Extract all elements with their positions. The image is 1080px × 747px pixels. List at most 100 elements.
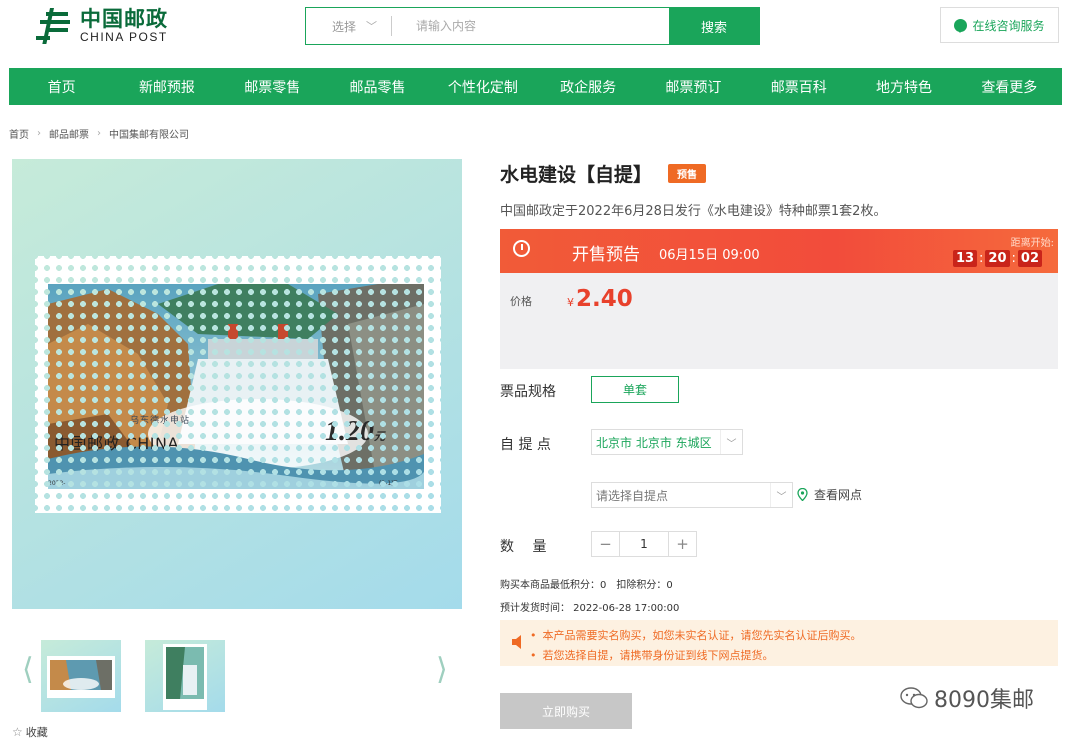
- currency-symbol: ¥: [567, 296, 574, 309]
- presale-label: 开售预告: [572, 245, 640, 265]
- nav-item-customization[interactable]: 个性化定制: [430, 68, 535, 105]
- bullet-icon: •: [530, 629, 537, 642]
- nav-item-more[interactable]: 查看更多: [957, 68, 1062, 105]
- quantity-input[interactable]: 1: [619, 532, 669, 556]
- notice-panel: • 本产品需要实名购买，如您未实名认证，请您先实名认证后购买。 • 若您选择自提，请…: [500, 620, 1058, 666]
- nav-item-stamp-encyclopedia[interactable]: 邮票百科: [746, 68, 851, 105]
- online-service-label: 在线咨询服务: [972, 18, 1045, 33]
- stamp-value-unit: 元: [374, 431, 385, 443]
- wechat-icon: [900, 687, 928, 709]
- product-description: 中国邮政定于2022年6月28日发行《水电建设》特种邮票1套2枚。: [500, 204, 887, 219]
- breadcrumb-home[interactable]: 首页: [9, 126, 29, 141]
- pickup-region-select[interactable]: 北京市 北京市 东城区 ﹀: [591, 429, 743, 455]
- chevron-right-icon: ›: [97, 128, 101, 139]
- watermark-text: 8090集邮: [934, 688, 1034, 713]
- presale-banner: 开售预告 06月15日 09:00 距离开始: 13 : 20 : 02: [500, 229, 1058, 273]
- product-title-text: 水电建设【自提】: [500, 164, 653, 186]
- nav-item-postal-goods-retail[interactable]: 邮品零售: [325, 68, 430, 105]
- breadcrumb: 首页 › 邮品邮票 › 中国集邮有限公司: [9, 126, 189, 141]
- notice-text-1: 本产品需要实名购买，如您未实名认证，请您先实名认证后购买。: [542, 629, 862, 642]
- price-panel: 价格 ¥ 2.40: [500, 273, 1058, 369]
- ship-time-info: 预计发货时间： 2022-06-28 17:00:00: [500, 603, 680, 614]
- china-post-logo-icon: [36, 8, 70, 44]
- quantity-stepper: − 1 +: [591, 531, 697, 557]
- countdown-separator: :: [1011, 251, 1016, 266]
- thumbnail-carousel: ⟨ ⟩: [12, 638, 462, 714]
- alarm-clock-icon: [513, 240, 530, 257]
- logo-text-cn: 中国邮政: [80, 7, 168, 31]
- nav-item-enterprise-service[interactable]: 政企服务: [535, 68, 640, 105]
- price-number: 2.40: [576, 286, 633, 312]
- thumbnail-stamp-1: [47, 656, 115, 698]
- speaker-icon: [512, 635, 521, 649]
- stamp-image: 乌东德水电站 中国邮政 CHINA 1.20元 2022- (2-1)T: [35, 256, 441, 513]
- quantity-label: 数 量: [500, 539, 547, 555]
- countdown-hours: 13: [952, 250, 978, 267]
- stamp-year: 2022-: [48, 480, 66, 487]
- logo[interactable]: 中国邮政 CHINA POST: [36, 8, 168, 44]
- favorite-label: 收藏: [25, 726, 48, 739]
- star-outline-icon: ☆: [12, 725, 23, 739]
- stamp-caption: 乌东德水电站: [130, 416, 191, 426]
- search-input[interactable]: [392, 8, 669, 44]
- notice-line-1: • 本产品需要实名购买，如您未实名认证，请您先实名认证后购买。: [530, 627, 862, 643]
- breadcrumb-seller[interactable]: 中国集邮有限公司: [109, 126, 189, 141]
- spec-option-single-set[interactable]: 单套: [591, 376, 679, 403]
- quantity-decrease-button[interactable]: −: [592, 532, 619, 556]
- pickup-label: 自 提 点: [500, 437, 551, 453]
- chevron-down-icon: ﹀: [770, 483, 792, 507]
- pickup-point-placeholder: 请选择自提点: [596, 488, 669, 503]
- countdown-label: 距离开始:: [1010, 238, 1054, 249]
- thumbnail-2[interactable]: [145, 640, 225, 712]
- nav-item-stamp-retail[interactable]: 邮票零售: [220, 68, 325, 105]
- chevron-right-icon: ›: [37, 128, 41, 139]
- product-title: 水电建设【自提】 预售: [500, 160, 707, 187]
- notice-line-2: • 若您选择自提，请携带身份证到线下网点提货。: [530, 647, 774, 663]
- countdown-timer: 13 : 20 : 02: [952, 250, 1042, 267]
- pickup-region-value: 北京市 北京市 东城区: [596, 435, 712, 450]
- breadcrumb-category[interactable]: 邮品邮票: [49, 126, 89, 141]
- price-value: ¥ 2.40: [567, 286, 633, 312]
- buy-now-button[interactable]: 立即购买: [500, 693, 632, 729]
- stamp-artwork: [48, 284, 424, 489]
- view-points-label: 查看网点: [814, 488, 863, 502]
- chat-icon: [954, 18, 968, 32]
- thumbnail-1[interactable]: [41, 640, 121, 712]
- view-points-link[interactable]: 查看网点: [797, 486, 862, 503]
- favorite-button[interactable]: ☆ 收藏: [12, 724, 48, 740]
- presale-badge: 预售: [668, 164, 707, 183]
- watermark: 8090集邮: [900, 682, 1034, 714]
- logo-text-en: CHINA POST: [80, 30, 168, 44]
- nav-item-new-stamp-forecast[interactable]: 新邮预报: [114, 68, 219, 105]
- search-button[interactable]: 搜索: [669, 8, 759, 44]
- presale-start-time: 06月15日 09:00: [659, 248, 760, 263]
- chevron-down-icon: ﹀: [366, 20, 378, 33]
- nav-item-home[interactable]: 首页: [9, 68, 114, 105]
- main-nav: 首页 新邮预报 邮票零售 邮品零售 个性化定制 政企服务 邮票预订 邮票百科 地…: [9, 68, 1062, 105]
- carousel-next-icon[interactable]: ⟩: [436, 652, 448, 687]
- thumbnail-stamp-2: [163, 644, 207, 710]
- product-main-image: 乌东德水电站 中国邮政 CHINA 1.20元 2022- (2-1)T: [12, 159, 462, 609]
- stamp-country: 中国邮政 CHINA: [54, 434, 179, 453]
- notice-text-2: 若您选择自提，请携带身份证到线下网点提货。: [542, 649, 774, 662]
- countdown-seconds: 02: [1017, 250, 1042, 267]
- countdown-minutes: 20: [985, 250, 1010, 267]
- stamp-code: (2-1)T: [379, 480, 398, 487]
- map-pin-icon: [797, 488, 808, 501]
- spec-label: 票品规格: [500, 384, 556, 400]
- nav-item-local-specialty[interactable]: 地方特色: [851, 68, 956, 105]
- header: 中国邮政 CHINA POST 选择 ﹀ 搜索 在线咨询服务: [0, 0, 1080, 60]
- search-category-select[interactable]: 选择 ﹀: [306, 8, 391, 44]
- points-info: 购买本商品最低积分：0 扣除积分：0: [500, 580, 673, 591]
- search-category-label: 选择: [332, 19, 357, 34]
- stamp-face-value: 1.20元: [325, 416, 385, 448]
- carousel-prev-icon[interactable]: ⟨: [22, 652, 34, 687]
- chevron-down-icon: ﹀: [720, 430, 742, 454]
- bullet-icon: •: [530, 649, 537, 662]
- quantity-increase-button[interactable]: +: [669, 532, 696, 556]
- nav-item-stamp-preorder[interactable]: 邮票预订: [641, 68, 746, 105]
- online-service-button[interactable]: 在线咨询服务: [940, 7, 1059, 43]
- pickup-point-select[interactable]: 请选择自提点 ﹀: [591, 482, 793, 508]
- stamp-value-number: 1.20: [325, 416, 374, 447]
- search-bar: 选择 ﹀ 搜索: [305, 7, 760, 45]
